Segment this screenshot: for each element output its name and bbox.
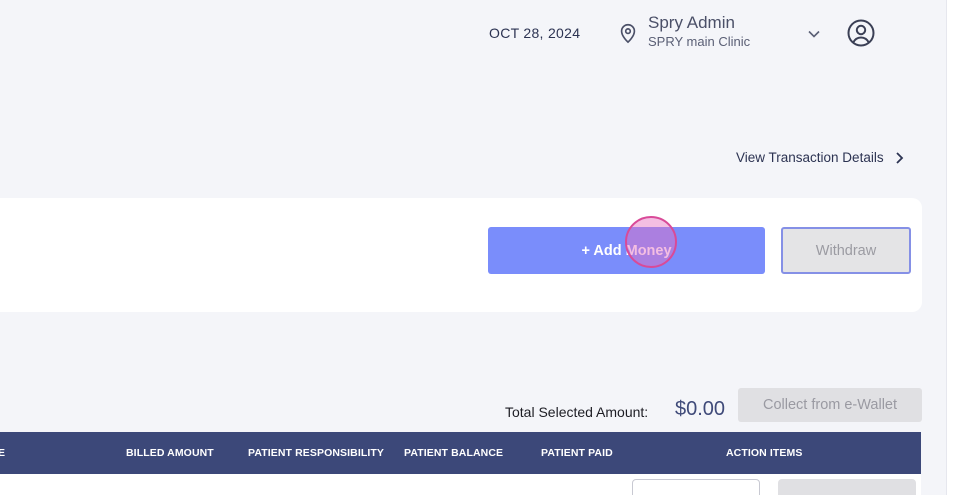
view-transaction-details-label: View Transaction Details [736,150,884,165]
collect-from-ewallet-button[interactable]: Collect from e-Wallet [738,388,922,422]
user-name[interactable]: Spry Admin [648,13,735,33]
location-pin-icon [620,23,636,44]
table-row [0,474,921,495]
column-header-action-items: ACTION ITEMS [726,447,803,459]
table-header: E BILLED AMOUNT PATIENT RESPONSIBILITY P… [0,432,921,474]
current-date: OCT 28, 2024 [489,25,581,41]
clinic-name[interactable]: SPRY main Clinic [648,34,750,49]
click-indicator [625,216,677,268]
scrollbar[interactable] [946,0,960,495]
column-header-patient-responsibility[interactable]: PATIENT RESPONSIBILITY [248,447,384,459]
total-selected-value: $0.00 [675,398,726,420]
total-selected-label: Total Selected Amount: [505,404,649,420]
view-transaction-details-link[interactable]: View Transaction Details [736,150,904,165]
column-header-billed-amount[interactable]: BILLED AMOUNT [126,447,214,459]
top-bar: OCT 28, 2024 Spry Admin SPRY main Clinic [0,0,946,66]
row-collect-button[interactable] [778,479,916,495]
column-header[interactable]: E [0,447,5,459]
chevron-right-icon [895,151,903,164]
row-action-button[interactable] [632,479,760,495]
chevron-down-icon[interactable] [806,26,822,42]
user-circle-icon[interactable] [846,18,876,48]
column-header-patient-paid[interactable]: PATIENT PAID [541,447,613,459]
column-header-patient-balance[interactable]: PATIENT BALANCE [404,447,503,459]
withdraw-button[interactable]: Withdraw [781,227,911,274]
